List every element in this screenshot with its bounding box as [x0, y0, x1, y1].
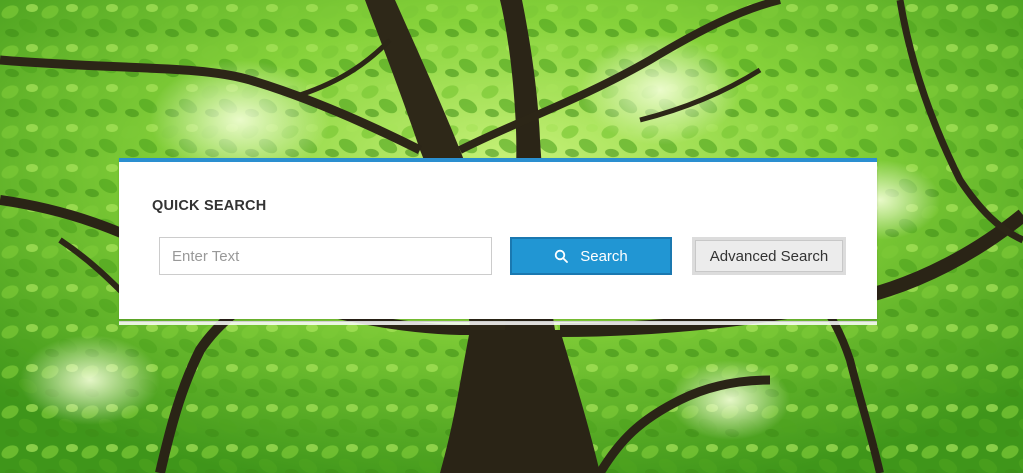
- quick-search-panel: QUICK SEARCH Search Advanced Search: [119, 158, 877, 325]
- advanced-search-button-inner: Advanced Search: [695, 240, 843, 272]
- search-button[interactable]: Search: [510, 237, 672, 275]
- search-icon: [554, 249, 569, 263]
- search-input[interactable]: [159, 237, 492, 275]
- advanced-search-label: Advanced Search: [709, 247, 829, 265]
- search-button-label: Search: [580, 247, 628, 265]
- quick-search-title: QUICK SEARCH: [152, 198, 267, 214]
- advanced-search-button[interactable]: Advanced Search: [692, 237, 846, 275]
- hero-section: QUICK SEARCH Search Advanced Search: [0, 0, 1023, 473]
